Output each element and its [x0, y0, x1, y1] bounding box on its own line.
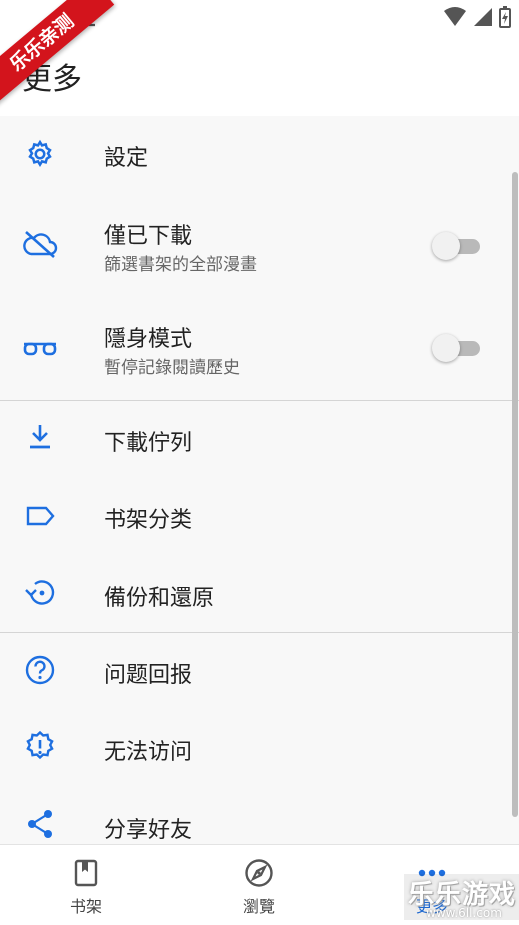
download-icon: [22, 419, 58, 455]
toggle-thumb: [432, 334, 460, 362]
download-queue-label: 下載佇列: [104, 431, 193, 456]
downloaded-only-label: 僅已下載: [104, 224, 193, 249]
incognito-label: 隱身模式: [104, 327, 193, 352]
settings-label: 設定: [104, 146, 149, 171]
battery-icon: [499, 6, 511, 32]
label-icon: [22, 498, 58, 534]
cloud-off-icon: [22, 226, 58, 262]
cannot-access-item[interactable]: 无法访问: [0, 710, 519, 788]
restore-icon: [22, 575, 58, 611]
nav-library-label: 书架: [69, 897, 102, 916]
site-watermark: 乐乐游戏 www.6ll.com: [404, 874, 519, 920]
cannot-access-label: 无法访问: [104, 740, 193, 765]
scrollbar[interactable]: [512, 172, 518, 817]
downloaded-only-toggle[interactable]: [432, 230, 480, 262]
nav-library[interactable]: 书架: [36, 845, 136, 925]
downloaded-only-item[interactable]: 僅已下載 篩選書架的全部漫畫: [0, 194, 519, 297]
share-icon: [22, 806, 58, 842]
backup-label: 備份和還原: [104, 586, 215, 611]
wifi-icon: [443, 7, 467, 31]
gear-icon: [22, 136, 58, 172]
settings-list: 設定 僅已下載 篩選書架的全部漫畫 隱身模式 暫停記錄閱讀歷史 下載佇列 书架分…: [0, 116, 519, 844]
alert-badge-icon: [22, 729, 58, 765]
share-item[interactable]: 分享好友: [0, 788, 519, 844]
watermark-url: www.6ll.com: [426, 906, 502, 920]
categories-item[interactable]: 书架分类: [0, 478, 519, 556]
glasses-icon: [22, 332, 58, 368]
nav-browse[interactable]: 瀏覽: [209, 845, 309, 925]
help-icon: [22, 652, 58, 688]
compass-icon: [243, 857, 275, 889]
incognito-item[interactable]: 隱身模式 暫停記錄閱讀歷史: [0, 297, 519, 400]
backup-item[interactable]: 備份和還原: [0, 556, 519, 632]
download-queue-item[interactable]: 下載佇列: [0, 401, 519, 478]
settings-item[interactable]: 設定: [0, 116, 519, 194]
nav-browse-label: 瀏覽: [242, 897, 275, 916]
feedback-label: 问题回报: [104, 663, 193, 688]
toggle-thumb: [432, 232, 460, 260]
categories-label: 书架分类: [104, 508, 193, 533]
feedback-item[interactable]: 问题回报: [0, 633, 519, 710]
downloaded-only-subtitle: 篩選書架的全部漫畫: [104, 255, 257, 275]
incognito-toggle[interactable]: [432, 332, 480, 364]
share-label: 分享好友: [104, 818, 193, 843]
book-icon: [70, 857, 102, 889]
incognito-subtitle: 暫停記錄閱讀歷史: [104, 358, 240, 378]
signal-icon: [473, 7, 493, 31]
app-bar: 更多: [0, 36, 519, 116]
